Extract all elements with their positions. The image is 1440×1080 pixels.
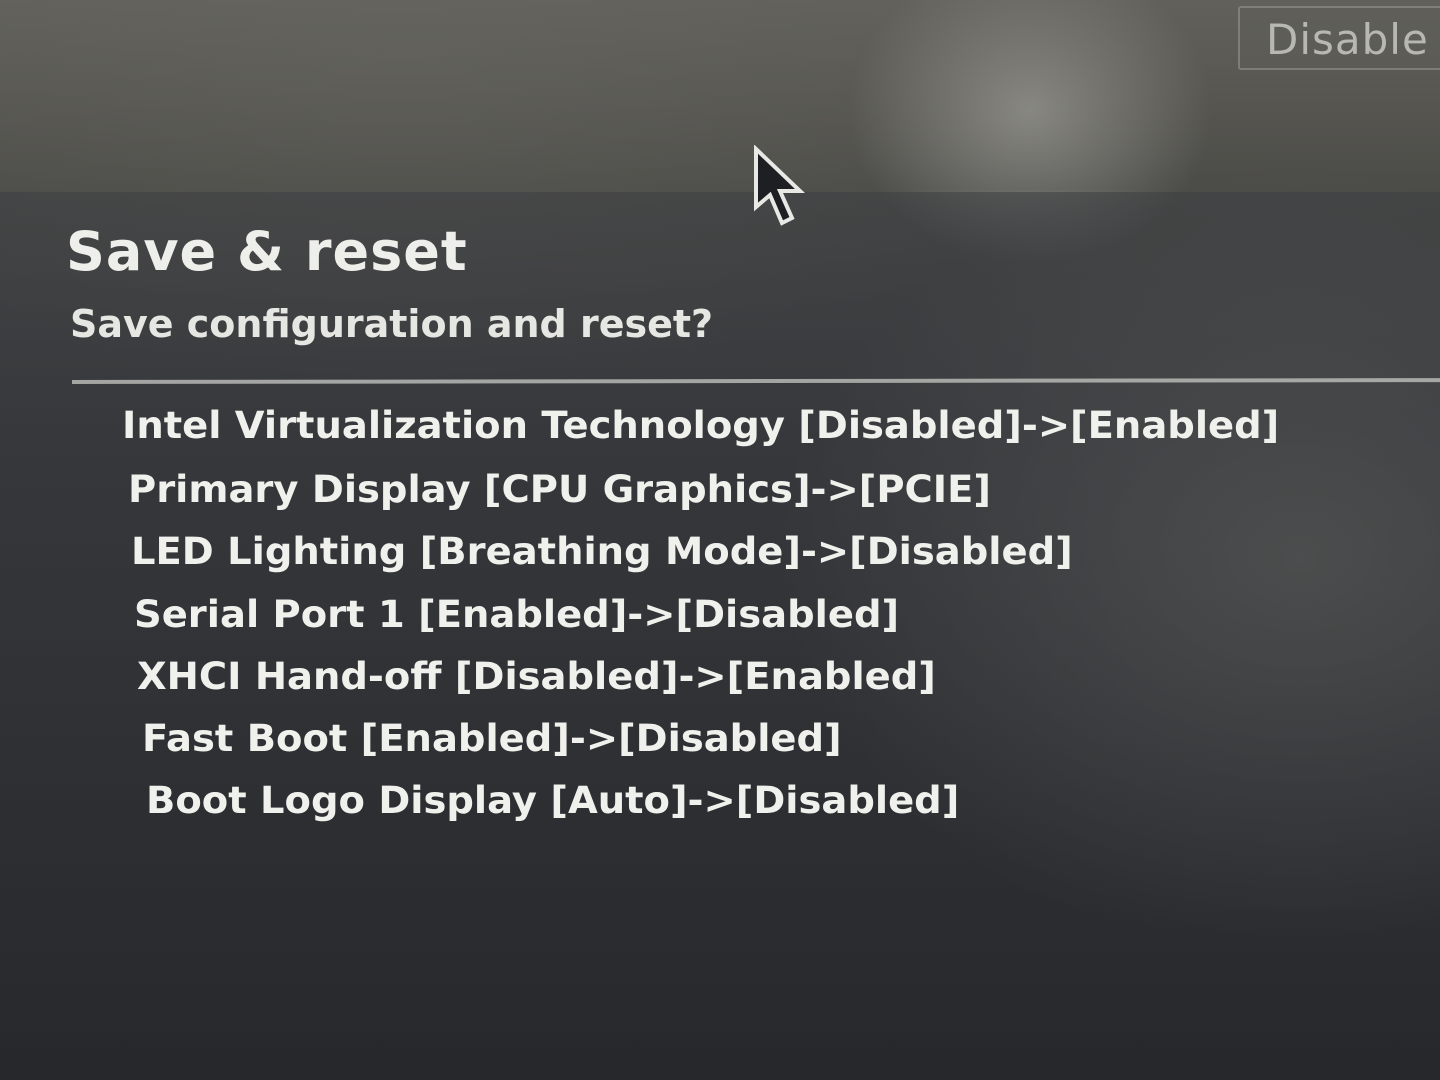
change-item-boot-logo: Boot Logo Display [Auto]->[Disabled] [146, 779, 960, 822]
change-item-serial-port: Serial Port 1 [Enabled]->[Disabled] [134, 593, 900, 636]
change-list: Intel Virtualization Technology [Disable… [0, 0, 1440, 1080]
change-item-fast-boot: Fast Boot [Enabled]->[Disabled] [142, 717, 842, 760]
bios-screen: Disable Save & reset Save configuration … [0, 0, 1440, 1080]
change-item-led-lighting: LED Lighting [Breathing Mode]->[Disabled… [131, 530, 1073, 573]
change-item-primary-display: Primary Display [CPU Graphics]->[PCIE] [128, 468, 991, 511]
mouse-pointer-icon [754, 145, 805, 226]
change-item-intel-virtualization: Intel Virtualization Technology [Disable… [122, 404, 1280, 447]
change-item-xhci-handoff: XHCI Hand-off [Disabled]->[Enabled] [137, 655, 936, 698]
